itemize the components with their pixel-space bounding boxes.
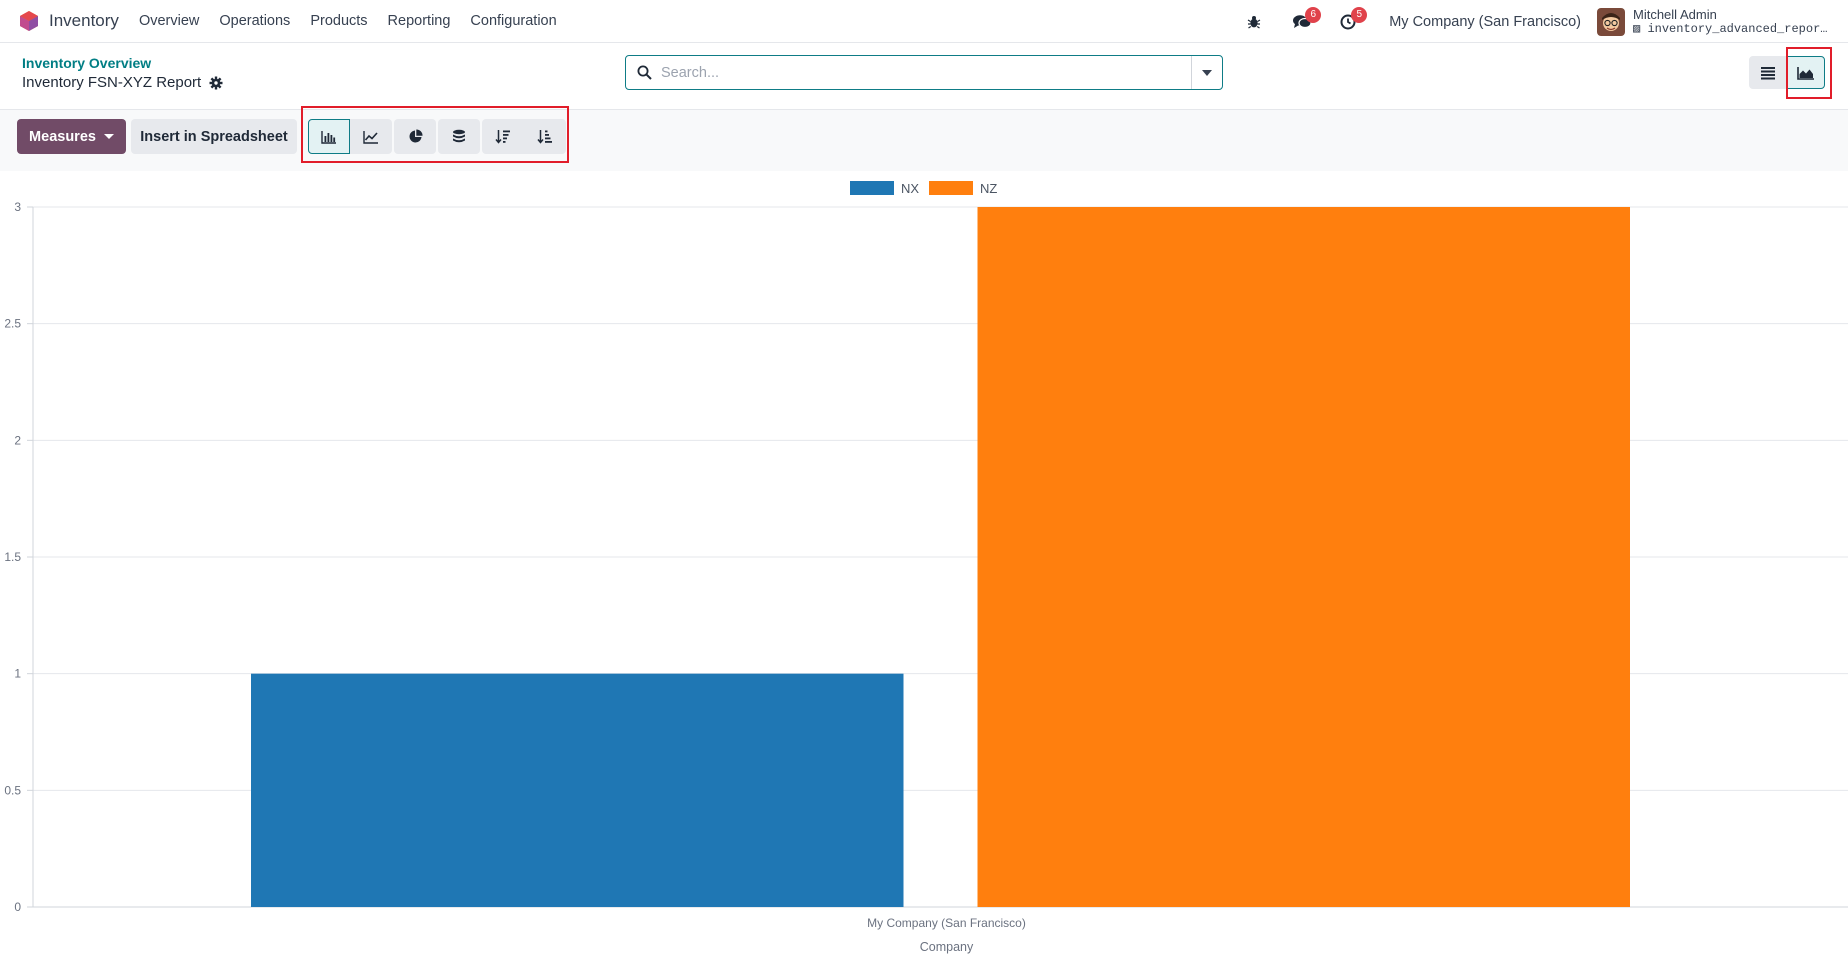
menu-configuration[interactable]: Configuration xyxy=(460,0,566,43)
y-tick-label: 0 xyxy=(14,900,21,914)
user-menu[interactable]: Mitchell Admin ▨ inventory_advanced_repo… xyxy=(1633,7,1848,37)
page-title: Inventory FSN-XYZ Report xyxy=(22,74,223,91)
y-tick-label: 3 xyxy=(14,200,21,214)
search-input[interactable] xyxy=(661,56,1191,89)
x-axis-title: Company xyxy=(920,940,974,954)
insert-in-spreadsheet-button[interactable]: Insert in Spreadsheet xyxy=(131,119,297,154)
user-name: Mitchell Admin xyxy=(1633,6,1717,22)
sort-ascending-button[interactable] xyxy=(524,119,566,154)
view-switcher xyxy=(1749,56,1825,89)
breadcrumb-parent[interactable]: Inventory Overview xyxy=(22,55,151,71)
y-tick-label: 2.5 xyxy=(4,317,21,331)
search-bar xyxy=(625,55,1223,90)
sort-descending-button[interactable] xyxy=(482,119,524,154)
graph-view-icon xyxy=(1797,66,1814,80)
list-view-icon xyxy=(1761,66,1775,79)
main-menu: Overview Operations Products Reporting C… xyxy=(129,0,567,43)
bar-chart-icon xyxy=(321,130,336,144)
activities-count-badge: 5 xyxy=(1351,6,1368,23)
y-tick-label: 0.5 xyxy=(4,783,21,797)
legend-swatch-nx xyxy=(850,181,894,195)
pie-chart-icon xyxy=(409,129,423,143)
y-tick-label: 2 xyxy=(14,433,21,447)
clock-icon[interactable]: 5 xyxy=(1333,6,1368,37)
chat-icon[interactable]: 6 xyxy=(1287,6,1322,37)
menu-reporting[interactable]: Reporting xyxy=(378,0,461,43)
y-tick-label: 1 xyxy=(14,667,21,681)
graph-view: 0 0.5 1 1.5 2 2.5 3 My Company (San Francisco) C… xyxy=(0,171,1848,964)
company-switcher[interactable]: My Company (San Francisco) xyxy=(1389,14,1581,30)
measures-button[interactable]: Measures xyxy=(17,119,126,154)
odoo-app-logo xyxy=(20,11,38,31)
search-options-toggle[interactable] xyxy=(1191,56,1222,89)
legend-label-nx: NX xyxy=(901,181,919,196)
database-icon: ▨ xyxy=(1633,21,1641,36)
stacked-button[interactable] xyxy=(438,119,480,154)
legend-label-nz: NZ xyxy=(980,181,997,196)
messages-count-badge: 6 xyxy=(1305,6,1322,23)
x-tick-label: My Company (San Francisco) xyxy=(867,916,1026,930)
measures-label: Measures xyxy=(29,128,96,145)
menu-overview[interactable]: Overview xyxy=(129,0,209,43)
database-name: ▨ inventory_advanced_repor… xyxy=(1633,22,1848,37)
debug-bug-icon[interactable] xyxy=(1239,7,1269,37)
bar-nz xyxy=(977,207,1630,907)
graph-view-button[interactable] xyxy=(1787,56,1825,89)
bar-chart-button[interactable] xyxy=(308,119,350,154)
bar-chart: 0 0.5 1 1.5 2 2.5 3 My Company (San Francisco) C… xyxy=(4,181,1848,954)
navbar-systray: 6 5 My Company (San Francisco) Mitchell … xyxy=(1239,0,1848,43)
top-navbar: Inventory Overview Operations Products R… xyxy=(0,0,1848,43)
list-view-button[interactable] xyxy=(1749,56,1787,89)
stacked-icon xyxy=(453,129,465,142)
menu-operations[interactable]: Operations xyxy=(209,0,300,43)
menu-products[interactable]: Products xyxy=(300,0,377,43)
gear-icon[interactable] xyxy=(209,76,223,90)
breadcrumb-current: Inventory FSN-XYZ Report xyxy=(22,74,202,91)
sort-descending-icon xyxy=(495,130,510,144)
app-brand[interactable]: Inventory xyxy=(19,10,129,32)
search-icon xyxy=(637,65,652,80)
user-avatar[interactable] xyxy=(1597,7,1625,36)
pie-chart-button[interactable] xyxy=(394,119,436,154)
y-tick-label: 1.5 xyxy=(4,550,21,564)
app-name: Inventory xyxy=(49,11,119,30)
chevron-down-icon xyxy=(1202,69,1212,76)
chart-type-toolbar xyxy=(308,119,566,154)
legend-swatch-nz xyxy=(929,181,973,195)
caret-down-icon xyxy=(103,134,114,139)
bar-nx xyxy=(251,673,904,907)
database-label: inventory_advanced_repor… xyxy=(1647,21,1828,36)
sort-ascending-icon xyxy=(537,130,552,144)
line-chart-button[interactable] xyxy=(350,119,392,154)
line-chart-icon xyxy=(363,130,378,144)
